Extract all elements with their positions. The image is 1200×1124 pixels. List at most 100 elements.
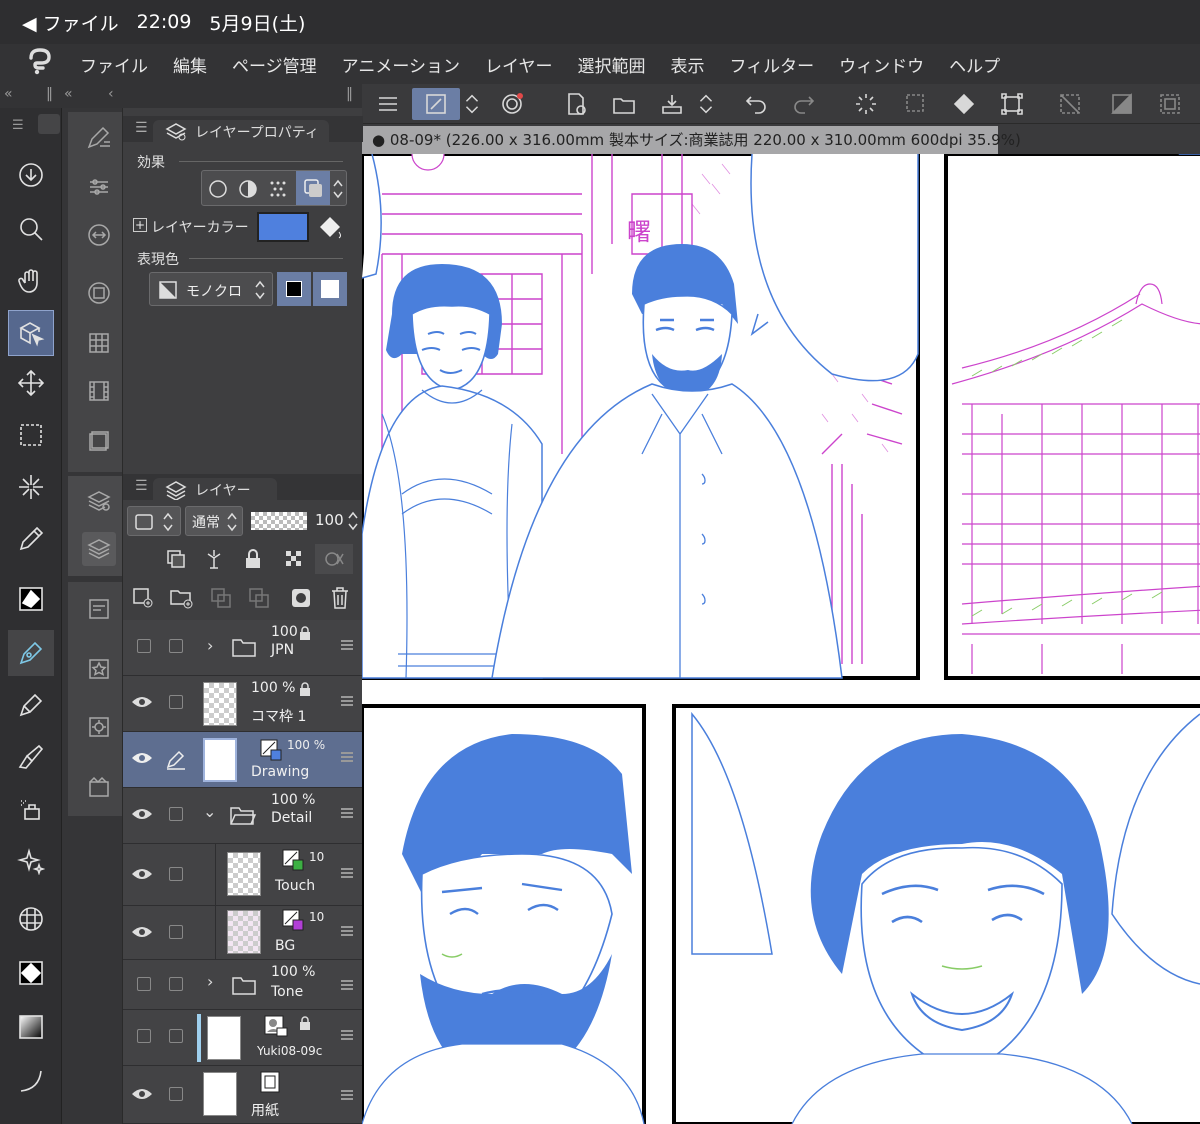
fill-tool-icon[interactable] <box>8 950 54 996</box>
layer-tab-icon[interactable] <box>82 532 116 566</box>
collapse-left-2-icon[interactable]: « <box>64 86 73 102</box>
brush-tool-icon[interactable] <box>8 734 54 780</box>
layer-row-bg[interactable]: 10 BG <box>123 906 363 960</box>
delete-layer-icon[interactable] <box>329 586 351 610</box>
crop-icon[interactable] <box>1052 88 1088 120</box>
text-tool-icon[interactable] <box>8 1108 54 1124</box>
eye-icon[interactable] <box>131 694 153 710</box>
timeline-icon[interactable] <box>82 374 116 408</box>
clipping-select[interactable] <box>127 506 181 536</box>
brush-size-icon[interactable] <box>82 218 116 252</box>
lock-checkbox[interactable] <box>169 695 183 709</box>
move-tool-icon[interactable] <box>8 360 54 406</box>
redo-icon[interactable] <box>786 88 822 120</box>
stepper-2-icon[interactable] <box>694 88 718 120</box>
gradient-tool-icon[interactable] <box>8 1004 54 1050</box>
layer-property-tab-icon[interactable] <box>82 484 116 518</box>
panel-grip-icon[interactable]: ‖ <box>346 86 353 102</box>
layer-row-yuki[interactable]: Yuki08-09c <box>123 1010 363 1066</box>
menu-page[interactable]: ページ管理 <box>232 52 317 77</box>
lock-checkbox[interactable] <box>169 977 183 991</box>
eye-icon[interactable] <box>131 1086 153 1102</box>
clip-lower-layer-icon[interactable] <box>165 548 187 570</box>
effect-extract-line-icon[interactable] <box>238 179 258 199</box>
menu-selection[interactable]: 選択範囲 <box>578 52 646 77</box>
drag-handle-icon[interactable] <box>341 696 353 706</box>
edit-tool-icon[interactable] <box>412 88 460 120</box>
lock-checkbox[interactable] <box>169 807 183 821</box>
effect-tone-icon[interactable] <box>268 179 288 199</box>
new-page-icon[interactable] <box>558 88 594 120</box>
layer-panel-menu-icon[interactable]: ☰ <box>135 478 148 494</box>
eye-icon[interactable] <box>131 750 153 766</box>
visibility-off-box[interactable] <box>137 1029 151 1043</box>
download-tool-icon[interactable] <box>8 152 54 198</box>
create-mask-icon[interactable] <box>289 586 313 610</box>
lock-layer-icon[interactable] <box>243 548 263 570</box>
mask-toggle[interactable] <box>315 544 353 574</box>
document-tab[interactable]: ● 08-09* (226.00 x 316.00mm 製本サイズ:商業誌用 2… <box>362 126 1021 154</box>
blend-mode-select[interactable]: 通常 <box>185 506 243 536</box>
menu-hamburger-icon[interactable] <box>370 88 406 120</box>
navigator-icon[interactable] <box>82 592 116 626</box>
auto-select-tool-icon[interactable] <box>8 464 54 510</box>
layer-row-jpn[interactable]: › 100 JPN <box>123 620 363 676</box>
layer-row-frame[interactable]: 100 % コマ枠 1 <box>123 676 363 732</box>
layer-row-touch[interactable]: 10 Touch <box>123 844 363 906</box>
busy-spinner-icon[interactable] <box>848 88 884 120</box>
lock-transparent-icon[interactable] <box>283 548 305 570</box>
color-set-icon[interactable] <box>82 326 116 360</box>
drag-handle-icon[interactable] <box>341 980 353 990</box>
decoration-tool-icon[interactable] <box>8 838 54 884</box>
collapse-left-icon[interactable]: « <box>4 86 13 102</box>
undo-icon[interactable] <box>738 88 774 120</box>
eyedropper-tool-icon[interactable] <box>8 516 54 562</box>
visibility-off-box[interactable] <box>137 977 151 991</box>
menu-edit[interactable]: 編集 <box>173 52 207 77</box>
menu-help[interactable]: ヘルプ <box>949 52 1000 77</box>
drag-handle-icon[interactable] <box>341 752 353 762</box>
new-raster-layer-icon[interactable] <box>131 586 155 610</box>
zoom-tool-icon[interactable] <box>8 206 54 252</box>
drag-handle-icon[interactable] <box>341 808 353 818</box>
lock-checkbox[interactable] <box>169 1087 183 1101</box>
dock-grip-icon[interactable]: ‖ <box>46 86 53 102</box>
subtool-pen-icon[interactable] <box>82 120 116 154</box>
opacity-slider[interactable] <box>251 512 307 530</box>
item-bank-icon[interactable] <box>82 710 116 744</box>
drag-handle-icon[interactable] <box>341 1030 353 1040</box>
color-circle-icon[interactable] <box>82 276 116 310</box>
open-folder-icon[interactable] <box>606 88 642 120</box>
canvas[interactable]: 曙 <box>360 137 1200 1124</box>
white-color-button[interactable] <box>313 272 347 306</box>
save-icon[interactable] <box>654 88 690 120</box>
visibility-off-box[interactable] <box>137 639 151 653</box>
layer-row-tone[interactable]: › 100 % Tone <box>123 960 363 1010</box>
transfer-to-lower-icon[interactable] <box>209 586 233 610</box>
transform-icon[interactable] <box>994 88 1030 120</box>
new-folder-icon[interactable] <box>169 586 195 610</box>
opacity-stepper-icon[interactable] <box>347 509 359 533</box>
black-color-button[interactable] <box>277 272 311 306</box>
layer-color-expand-icon[interactable]: + <box>133 218 147 232</box>
frame-tool-icon[interactable] <box>8 896 54 942</box>
palette-menu-icon[interactable]: ☰ <box>12 118 24 133</box>
effect-layer-color-selected[interactable] <box>296 171 330 205</box>
expression-mode-select[interactable]: モノクロ <box>149 272 273 306</box>
collapse-arrow-icon[interactable]: ‹ <box>108 86 114 102</box>
sub-view-icon[interactable] <box>82 424 116 458</box>
curve-tool-icon[interactable] <box>8 1058 54 1104</box>
drag-handle-icon[interactable] <box>341 868 353 878</box>
drag-handle-icon[interactable] <box>341 926 353 936</box>
app-logo-icon[interactable] <box>0 46 80 82</box>
back-to-files[interactable]: ◀ ファイル <box>22 9 119 36</box>
eye-icon[interactable] <box>131 866 153 882</box>
effect-border-icon[interactable] <box>208 179 228 199</box>
layer-property-menu-icon[interactable]: ☰ <box>135 120 148 136</box>
layer-panel-tab[interactable]: レイヤー <box>153 478 277 500</box>
gradient-mask-icon[interactable] <box>1104 88 1140 120</box>
fill-icon[interactable] <box>946 88 982 120</box>
layer-row-drawing[interactable]: 100 % Drawing <box>123 732 363 788</box>
lock-checkbox[interactable] <box>169 1029 183 1043</box>
lock-checkbox[interactable] <box>169 639 183 653</box>
